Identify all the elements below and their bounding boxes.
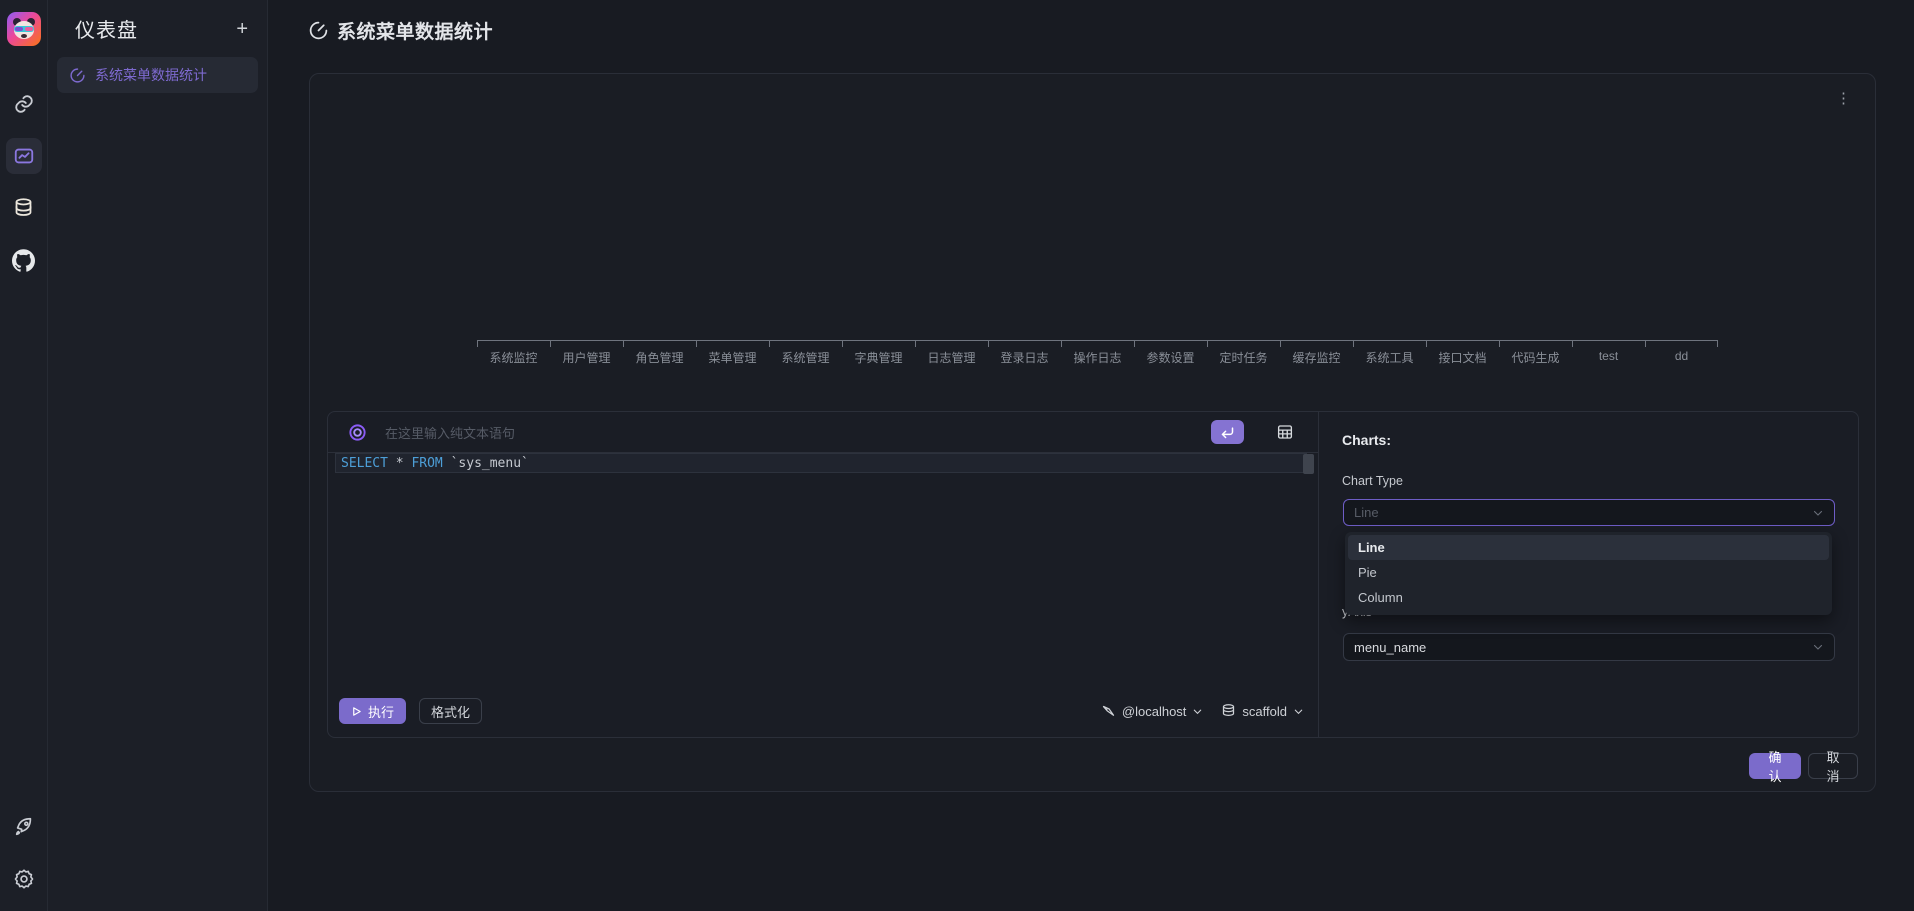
rail-bottom-group <box>0 809 48 901</box>
sql-token: * <box>388 456 411 471</box>
table-grid-icon[interactable] <box>1276 423 1294 441</box>
connection-icon <box>1101 704 1116 719</box>
connection-select[interactable]: @localhost <box>1101 704 1204 719</box>
dropdown-option[interactable]: Column <box>1348 585 1829 610</box>
link-icon[interactable] <box>6 86 42 122</box>
sql-console: 在这里输入纯文本语句 <box>327 411 1859 738</box>
connection-selectors: @localhost <box>1101 703 1304 719</box>
sql-token: `sys_menu` <box>443 456 529 471</box>
axis-category-label: 代码生成 <box>1499 341 1572 366</box>
axis-category-label: 缓存监控 <box>1280 341 1353 366</box>
app-logo-panda-icon[interactable] <box>7 12 41 46</box>
ai-spiral-icon <box>348 423 367 442</box>
submit-enter-button[interactable] <box>1211 420 1244 444</box>
charts-heading: Charts: <box>1342 432 1391 448</box>
dropdown-option[interactable]: Pie <box>1348 560 1829 585</box>
yaxis-select[interactable]: menu_name <box>1343 633 1835 661</box>
axis-category-label: 系统监控 <box>477 341 550 366</box>
axis-category-label: 用户管理 <box>550 341 623 366</box>
chevron-down-icon <box>1812 641 1824 653</box>
sidebar-panel-title: 仪表盘 <box>75 14 138 43</box>
dashboard-chart-icon[interactable] <box>6 138 42 174</box>
add-dashboard-button[interactable]: + <box>230 19 254 39</box>
axis-category-label: 字典管理 <box>842 341 915 366</box>
chevron-down-icon <box>1812 507 1824 519</box>
axis-category-label: 接口文档 <box>1426 341 1499 366</box>
main-area: 系统菜单数据统计 ⋮ 系统监控用户管理角色管理菜单管理系统管理字典管理日志管理登… <box>268 0 1914 911</box>
sql-statement-line[interactable]: SELECT * FROM `sys_menu` <box>335 453 1307 473</box>
gauge-icon <box>308 20 329 41</box>
chart-type-select[interactable]: Line <box>1343 499 1835 526</box>
axis-category-label: 参数设置 <box>1134 341 1207 366</box>
run-sql-button[interactable]: 执行 <box>339 698 406 724</box>
axis-category-label: 菜单管理 <box>696 341 769 366</box>
sql-token: FROM <box>411 456 442 471</box>
chevron-down-icon <box>1192 706 1203 717</box>
sql-token: SELECT <box>341 456 388 471</box>
nl-input[interactable]: 在这里输入纯文本语句 <box>385 423 1193 442</box>
sql-editor-panel: 在这里输入纯文本语句 <box>328 412 1319 737</box>
database-select[interactable]: scaffold <box>1221 703 1304 719</box>
rocket-icon[interactable] <box>6 809 42 845</box>
editor-toolbar: 执行 格式化 @localh <box>339 698 1304 724</box>
sidebar-item-label: 系统菜单数据统计 <box>95 65 207 85</box>
format-sql-button[interactable]: 格式化 <box>419 698 482 724</box>
chart-type-label: Chart Type <box>1342 474 1403 488</box>
axis-category-label: 操作日志 <box>1061 341 1134 366</box>
page-header: 系统菜单数据统计 <box>268 0 1914 60</box>
settings-gear-icon[interactable] <box>6 861 42 897</box>
github-icon[interactable] <box>6 242 42 278</box>
icon-rail <box>0 0 48 911</box>
axis-category-label: dd <box>1645 341 1718 366</box>
chart-edit-card: ⋮ 系统监控用户管理角色管理菜单管理系统管理字典管理日志管理登录日志操作日志参数… <box>309 73 1876 792</box>
axis-category-label: 系统工具 <box>1353 341 1426 366</box>
dropdown-option[interactable]: Line <box>1348 535 1829 560</box>
card-menu-kebab-icon[interactable]: ⋮ <box>1836 91 1851 108</box>
axis-category-label: 角色管理 <box>623 341 696 366</box>
sql-code-area[interactable]: SELECT * FROM `sys_menu` <box>328 453 1318 737</box>
chevron-down-icon <box>1293 706 1304 717</box>
chart-x-axis: 系统监控用户管理角色管理菜单管理系统管理字典管理日志管理登录日志操作日志参数设置… <box>477 340 1718 366</box>
gauge-icon <box>69 67 86 84</box>
database-icon <box>1221 703 1236 719</box>
sidebar-item-dashboard-active[interactable]: 系统菜单数据统计 <box>57 57 258 93</box>
axis-category-label: 系统管理 <box>769 341 842 366</box>
axis-category-label: test <box>1572 341 1645 366</box>
page-title: 系统菜单数据统计 <box>337 17 493 44</box>
dashboard-sidebar: 仪表盘 + 系统菜单数据统计 <box>48 0 268 911</box>
axis-category-label: 登录日志 <box>988 341 1061 366</box>
axis-category-label: 日志管理 <box>915 341 988 366</box>
confirm-button[interactable]: 确 认 <box>1749 753 1801 779</box>
cancel-button[interactable]: 取 消 <box>1808 753 1858 779</box>
natural-language-input-row: 在这里输入纯文本语句 <box>328 412 1318 453</box>
charts-config-panel: Charts: Chart Type Line yAxis LinePieCol… <box>1319 412 1858 737</box>
chart-type-dropdown: LinePieColumn <box>1345 532 1832 615</box>
database-icon[interactable] <box>6 190 42 226</box>
axis-category-label: 定时任务 <box>1207 341 1280 366</box>
editor-scrollbar[interactable] <box>1303 454 1314 474</box>
